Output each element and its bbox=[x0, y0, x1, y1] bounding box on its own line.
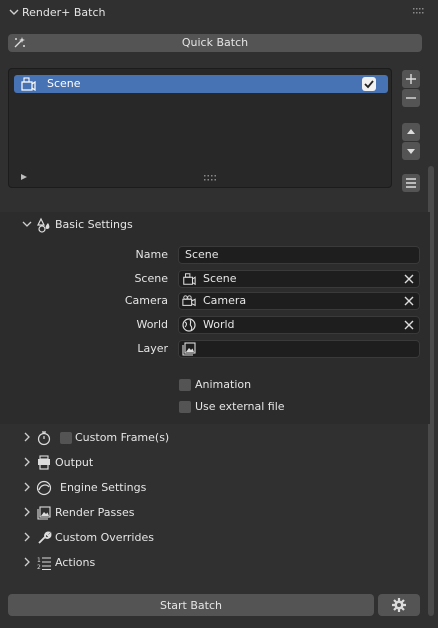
render-batch-panel: Render+ Batch Quick Batch Scene Basic Se… bbox=[0, 0, 438, 628]
wrench-icon bbox=[38, 531, 52, 544]
resize-grip-icon[interactable] bbox=[204, 175, 216, 181]
chevron-right-icon bbox=[24, 557, 30, 567]
shapes-icon bbox=[37, 217, 50, 233]
layer-label: Layer bbox=[137, 342, 168, 355]
x-icon[interactable] bbox=[404, 296, 414, 306]
list-menu-button[interactable] bbox=[402, 174, 420, 192]
custom-frames-checkbox[interactable] bbox=[60, 432, 72, 444]
section-title: Custom Frame(s) bbox=[75, 431, 170, 444]
engine-icon bbox=[36, 480, 52, 496]
name-value: Scene bbox=[185, 248, 219, 261]
section-title: Custom Overrides bbox=[55, 531, 154, 544]
start-batch-label: Start Batch bbox=[160, 599, 222, 612]
play-icon[interactable] bbox=[20, 173, 28, 181]
move-down-button[interactable] bbox=[402, 142, 420, 160]
scene-list[interactable]: Scene bbox=[8, 68, 392, 188]
chevron-right-icon bbox=[24, 507, 30, 517]
scene-label: Scene bbox=[134, 272, 168, 285]
chevron-right-icon bbox=[24, 457, 30, 467]
svg-text:1: 1 bbox=[37, 557, 41, 564]
arrow-down-icon bbox=[407, 149, 415, 154]
layer-field[interactable] bbox=[178, 340, 420, 358]
x-icon[interactable] bbox=[404, 274, 414, 284]
use-external-file-label: Use external file bbox=[195, 400, 285, 413]
chevron-right-icon bbox=[24, 432, 30, 442]
camera-icon bbox=[182, 295, 196, 307]
image-icon bbox=[182, 342, 196, 356]
animation-checkbox[interactable] bbox=[179, 379, 191, 391]
chevron-right-icon bbox=[24, 482, 30, 492]
printer-icon bbox=[38, 455, 50, 470]
x-icon[interactable] bbox=[404, 320, 414, 330]
start-batch-button[interactable]: Start Batch bbox=[8, 594, 374, 616]
use-external-file-checkbox[interactable] bbox=[179, 401, 191, 413]
section-title: Output bbox=[55, 456, 94, 469]
render-passes-icon bbox=[37, 506, 51, 520]
chevron-down-icon bbox=[22, 221, 32, 227]
custom-overrides-header[interactable]: Custom Overrides bbox=[0, 527, 430, 549]
section-title: Basic Settings bbox=[55, 218, 133, 231]
scene-icon bbox=[183, 273, 196, 286]
batch-settings-button[interactable] bbox=[378, 594, 420, 616]
section-title: Render Passes bbox=[55, 506, 135, 519]
animation-label: Animation bbox=[195, 378, 252, 391]
engine-settings-header[interactable]: Engine Settings bbox=[0, 477, 430, 499]
output-header[interactable]: Output bbox=[0, 452, 430, 474]
name-field[interactable]: Scene bbox=[178, 246, 420, 264]
ordered-list-icon: 12 bbox=[37, 557, 51, 571]
custom-frames-header[interactable]: Custom Frame(s) bbox=[0, 427, 430, 449]
grip-icon[interactable] bbox=[412, 6, 424, 16]
scene-value: Scene bbox=[203, 272, 237, 285]
globe-icon bbox=[182, 318, 196, 332]
scene-icon bbox=[21, 77, 36, 91]
quick-batch-label: Quick Batch bbox=[181, 36, 249, 49]
list-item[interactable]: Scene bbox=[14, 75, 388, 93]
menu-icon bbox=[406, 178, 416, 188]
stopwatch-icon bbox=[37, 431, 51, 446]
section-title: Engine Settings bbox=[60, 481, 147, 494]
section-title: Actions bbox=[55, 556, 96, 569]
world-label: World bbox=[136, 318, 168, 331]
chevron-down-icon[interactable] bbox=[8, 6, 20, 18]
chevron-right-icon bbox=[24, 532, 30, 542]
name-label: Name bbox=[135, 248, 168, 261]
svg-text:2: 2 bbox=[37, 564, 41, 571]
gear-icon bbox=[392, 598, 406, 612]
camera-field[interactable]: Camera bbox=[178, 292, 420, 310]
basic-settings-header[interactable]: Basic Settings bbox=[0, 214, 430, 236]
world-field[interactable]: World bbox=[178, 316, 420, 334]
quick-batch-button[interactable]: Quick Batch bbox=[8, 34, 422, 52]
plus-icon bbox=[406, 74, 416, 84]
checkbox-checked-icon[interactable] bbox=[362, 77, 376, 91]
panel-header[interactable]: Render+ Batch bbox=[0, 0, 438, 26]
panel-title: Render+ Batch bbox=[22, 6, 106, 19]
render-passes-header[interactable]: Render Passes bbox=[0, 502, 430, 524]
remove-item-button[interactable] bbox=[402, 89, 420, 107]
add-item-button[interactable] bbox=[402, 70, 420, 88]
arrow-up-icon bbox=[407, 129, 415, 134]
list-item-label: Scene bbox=[47, 77, 81, 90]
camera-value: Camera bbox=[203, 294, 247, 307]
actions-header[interactable]: 12 Actions bbox=[0, 552, 430, 574]
scene-field[interactable]: Scene bbox=[178, 270, 420, 288]
camera-label: Camera bbox=[124, 294, 168, 307]
minus-icon bbox=[406, 97, 416, 99]
world-value: World bbox=[203, 318, 235, 331]
move-up-button[interactable] bbox=[402, 123, 420, 141]
